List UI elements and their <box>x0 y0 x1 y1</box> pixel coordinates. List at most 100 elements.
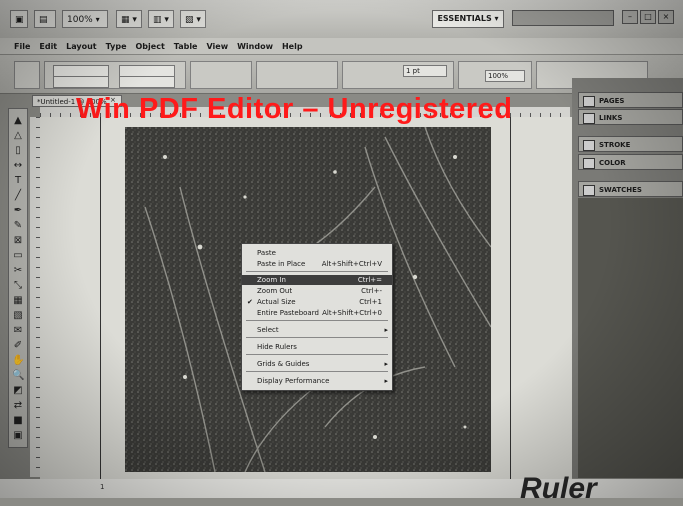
type-icon[interactable]: T <box>12 175 24 187</box>
height-field[interactable] <box>119 76 175 88</box>
selection-icon[interactable]: ▲ <box>12 115 24 127</box>
menu-help[interactable]: Help <box>282 38 303 54</box>
gradient-swatch-icon[interactable]: ▦ <box>12 295 24 307</box>
panel-links-label: LINKS <box>599 114 623 122</box>
opacity-field[interactable]: 100% <box>485 70 525 82</box>
eyedropper-icon[interactable]: ✐ <box>12 340 24 352</box>
reference-point-icon[interactable] <box>14 61 40 89</box>
menu-item-zoom-out[interactable]: Zoom Out Ctrl+- <box>242 286 392 296</box>
menu-item-shortcut: Alt+Shift+Ctrl+0 <box>322 309 382 317</box>
menu-separator <box>246 320 388 321</box>
workspace-switcher[interactable]: ESSENTIALS ▾ <box>432 10 504 28</box>
menu-item-select[interactable]: Select ▸ <box>242 325 392 335</box>
screen-mode-button[interactable]: ▥ ▾ <box>148 10 174 28</box>
free-transform-icon[interactable]: ⤡ <box>12 280 24 292</box>
search-field[interactable] <box>512 10 614 26</box>
panel-empty-area <box>578 198 683 478</box>
swatches-icon <box>583 185 595 196</box>
rectangle-frame-icon[interactable]: ⊠ <box>12 235 24 247</box>
submenu-arrow-icon: ▸ <box>384 360 388 368</box>
zoom-level-value: 100% <box>67 15 93 25</box>
links-icon <box>583 113 595 124</box>
panel-links[interactable]: LINKS <box>578 109 683 125</box>
menu-item-paste-in-place[interactable]: Paste in Place Alt+Shift+Ctrl+V <box>242 259 392 269</box>
scale-group[interactable] <box>190 61 252 89</box>
workspace-label: ESSENTIALS <box>437 14 492 23</box>
hand-icon[interactable]: ✋ <box>12 355 24 367</box>
zoom-level-dropdown[interactable]: 100% ▾ <box>62 10 108 28</box>
menu-type[interactable]: Type <box>106 38 127 54</box>
menu-file[interactable]: File <box>14 38 30 54</box>
menu-item-grids-guides[interactable]: Grids & Guides ▸ <box>242 359 392 369</box>
gap-icon[interactable]: ↔ <box>12 160 24 172</box>
view-mode-icon[interactable]: ▣ <box>12 430 24 442</box>
stroke-icon <box>583 140 595 151</box>
menu-separator <box>246 354 388 355</box>
menu-item-paste[interactable]: Paste <box>242 248 392 258</box>
panel-stroke[interactable]: STROKE <box>578 136 683 152</box>
rectangle-icon[interactable]: ▭ <box>12 250 24 262</box>
panel-stroke-label: STROKE <box>599 141 631 149</box>
panel-swatches-label: SWATCHES <box>599 186 642 194</box>
menu-table[interactable]: Table <box>174 38 198 54</box>
menu-item-label: Zoom Out <box>257 287 293 295</box>
pages-icon <box>583 96 595 107</box>
line-icon[interactable]: ╱ <box>12 190 24 202</box>
view-options-button[interactable]: ▦ ▾ <box>116 10 142 28</box>
maximize-button[interactable]: □ <box>640 10 656 24</box>
menu-item-hide-rulers[interactable]: Hide Rulers <box>242 342 392 352</box>
menu-item-label: Paste <box>257 249 276 257</box>
panel-swatches[interactable]: SWATCHES <box>578 181 683 197</box>
stroke-group: 1 pt <box>342 61 454 89</box>
menu-item-zoom-in[interactable]: Zoom In Ctrl+= <box>242 275 392 285</box>
pencil-icon[interactable]: ✎ <box>12 220 24 232</box>
close-window-button[interactable]: × <box>658 10 674 24</box>
zoom-icon[interactable]: 🔍 <box>12 370 24 382</box>
color-icon <box>583 158 595 169</box>
menu-item-label: Actual Size <box>257 298 296 306</box>
book-caption-text: Ruler <box>520 472 597 505</box>
page-icon[interactable]: ▯ <box>12 145 24 157</box>
tools-panel: ▲ △ ▯ ↔ T ╱ ✒ ✎ ⊠ ▭ ✂ ⤡ ▦ ▧ ✉ ✐ ✋ 🔍 ◩ ⇄ ■ ▣ <box>8 108 28 448</box>
panel-pages-label: PAGES <box>599 97 625 105</box>
menu-item-display-performance[interactable]: Display Performance ▸ <box>242 376 392 386</box>
menu-object[interactable]: Object <box>136 38 165 54</box>
submenu-arrow-icon: ▸ <box>384 326 388 334</box>
menu-item-shortcut: Ctrl+1 <box>359 298 382 306</box>
panel-color[interactable]: COLOR <box>578 154 683 170</box>
menu-check-icon: ✔ <box>247 298 253 306</box>
guide-line <box>510 117 511 479</box>
effects-group: 100% <box>458 61 532 89</box>
minimize-button[interactable]: – <box>622 10 638 24</box>
swap-icon[interactable]: ⇄ <box>12 400 24 412</box>
menu-layout[interactable]: Layout <box>66 38 96 54</box>
menu-separator <box>246 271 388 272</box>
menu-item-entire-pasteboard[interactable]: Entire Pasteboard Alt+Shift+Ctrl+0 <box>242 308 392 318</box>
stroke-weight-field[interactable]: 1 pt <box>403 65 447 77</box>
menu-item-shortcut: Ctrl+- <box>361 287 382 295</box>
fill-stroke-icon[interactable]: ◩ <box>12 385 24 397</box>
menu-item-actual-size[interactable]: ✔ Actual Size Ctrl+1 <box>242 297 392 307</box>
menu-item-shortcut: Alt+Shift+Ctrl+V <box>321 260 382 268</box>
rotate-shear-group[interactable] <box>256 61 338 89</box>
menu-view[interactable]: View <box>206 38 228 54</box>
apply-color-icon[interactable]: ■ <box>12 415 24 427</box>
note-icon[interactable]: ✉ <box>12 325 24 337</box>
pen-icon[interactable]: ✒ <box>12 205 24 217</box>
direct-selection-icon[interactable]: △ <box>12 130 24 142</box>
panel-pages[interactable]: PAGES <box>578 92 683 108</box>
panel-dock: PAGES LINKS STROKE COLOR SWATCHES <box>572 78 683 478</box>
menu-item-label: Grids & Guides <box>257 360 310 368</box>
y-field[interactable] <box>53 76 109 88</box>
menu-item-shortcut: Ctrl+= <box>357 276 382 284</box>
bridge-button[interactable]: ▤ <box>34 10 56 28</box>
scissors-icon[interactable]: ✂ <box>12 265 24 277</box>
page-number[interactable]: 1 <box>100 483 104 491</box>
gradient-feather-icon[interactable]: ▧ <box>12 310 24 322</box>
menu-window[interactable]: Window <box>237 38 273 54</box>
watermark-text: Win PDF Editor – Unregistered <box>76 93 513 125</box>
arrange-documents-button[interactable]: ▧ ▾ <box>180 10 206 28</box>
menu-item-label: Display Performance <box>257 377 330 385</box>
application-bar: ▣ ▤ 100% ▾ ▦ ▾ ▥ ▾ ▧ ▾ ESSENTIALS ▾ – □ … <box>0 0 683 39</box>
menu-edit[interactable]: Edit <box>39 38 57 54</box>
